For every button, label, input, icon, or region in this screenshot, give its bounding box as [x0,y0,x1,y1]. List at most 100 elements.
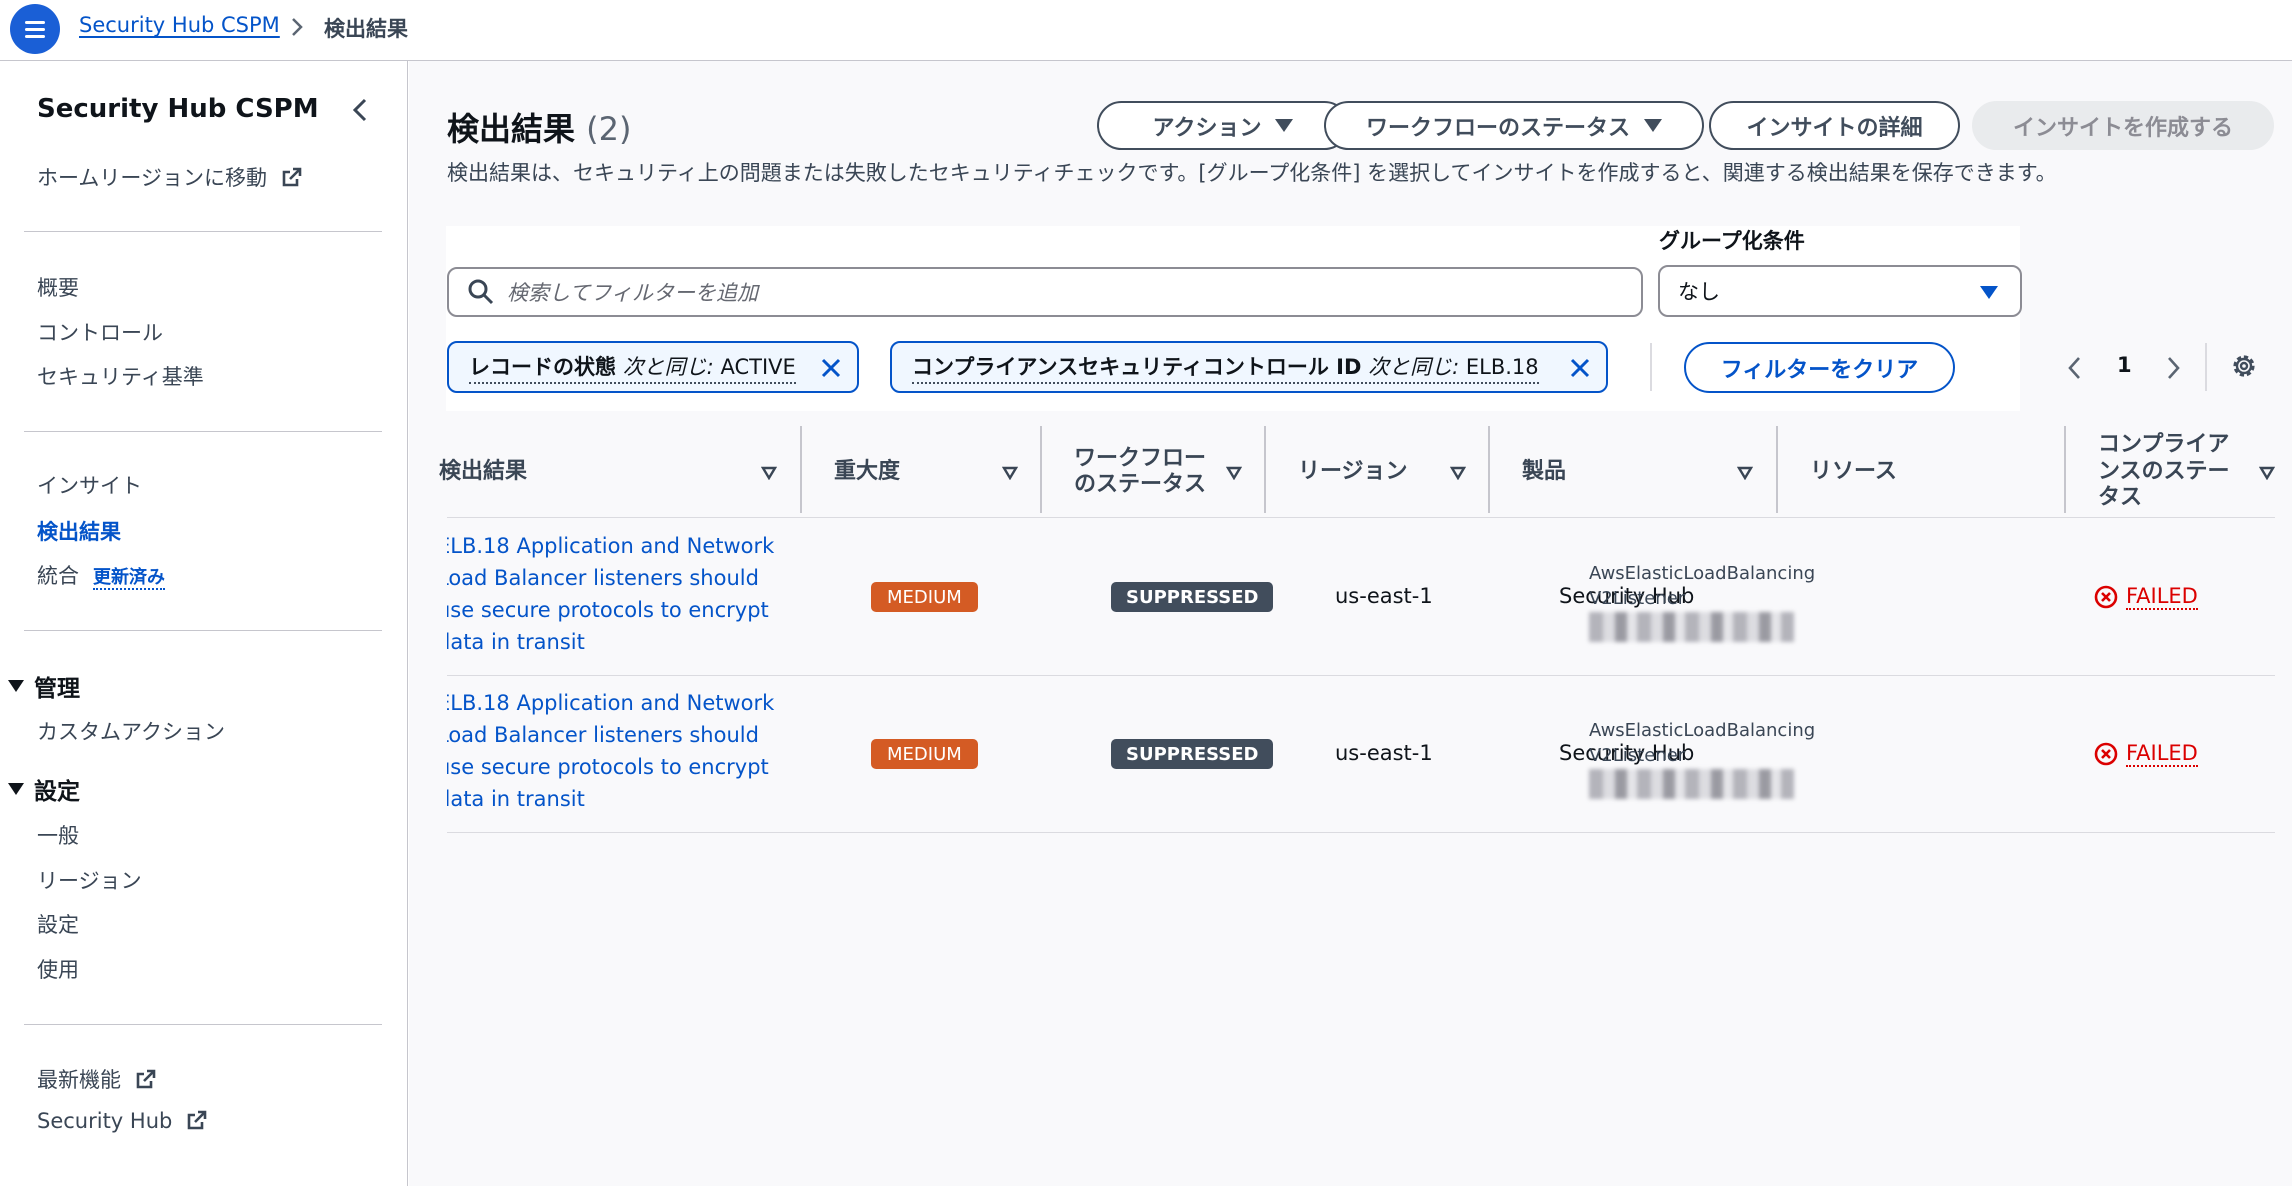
column-header-product[interactable]: 製品 [1490,426,1775,518]
column-header-compliance[interactable]: コンプライア ンスのステー タス [2066,426,2275,518]
group-by-label: グループ化条件 [1659,229,1805,253]
caret-down-icon [1644,119,1662,132]
clear-filters-button[interactable]: フィルターをクリア [1684,342,1955,393]
column-label: 重大度 [834,458,901,484]
sidebar-item-findings[interactable]: 検出結果 [37,516,121,546]
top-navigation-bar: Security Hub CSPM 検出結果 [0,0,2292,61]
sort-icon[interactable] [2259,466,2275,480]
error-icon [2094,742,2118,766]
gear-icon[interactable] [2229,351,2259,381]
group-by-value: なし [1678,280,1720,304]
sidebar-item-summary[interactable]: 概要 [37,272,79,302]
filter-token-text: コンプライアンスセキュリティコントロール ID 次と同じ: ELB.18 [912,351,1539,384]
sidebar-item-whats-new[interactable]: 最新機能 [37,1064,156,1094]
caret-down-icon [1275,119,1294,132]
resource-type: AwsElasticLoadBalancing V2Listener [1589,561,1815,611]
sidebar-item-regions[interactable]: リージョン [37,865,142,895]
sidebar-item-insights[interactable]: インサイト [37,470,142,500]
sort-icon[interactable] [1226,466,1242,480]
resource-type-line: AwsElasticLoadBalancing [1589,720,1816,741]
close-icon[interactable] [819,356,843,380]
column-header-finding[interactable]: 検出結果 [439,426,799,518]
external-link-icon [282,167,301,187]
column-label: ワークフロー のステータス [1074,445,1207,497]
redacted-resource-id[interactable] [1589,769,1794,799]
finding-title-link[interactable]: ELB.18 Application and Network Load Bala… [447,687,775,815]
sidebar-section-settings[interactable]: 設定 [8,772,80,806]
close-icon[interactable] [1568,356,1592,380]
severity-badge: MEDIUM [871,582,978,612]
sidebar-section-admin[interactable]: 管理 [8,669,80,703]
finding-title-link[interactable]: ELB.18 Application and Network Load Bala… [447,530,775,658]
breadcrumb-home-link[interactable]: Security Hub CSPM [79,13,280,37]
sidebar-item-home-region[interactable]: ホームリージョンに移動 [37,162,302,192]
filter-token-record-state[interactable]: レコードの状態 次と同じ: ACTIVE [447,341,859,393]
column-label: 製品 [1522,458,1567,484]
filter-token-text: レコードの状態 次と同じ: ACTIVE [469,351,796,384]
search-input[interactable]: 検索してフィルターを追加 [447,267,1643,317]
caret-down-icon [8,783,24,795]
chevron-right-icon[interactable] [2165,355,2181,381]
main-content: 検出結果 (2) アクション ワークフローのステータス インサイトの詳細 インサ… [409,61,2292,1186]
sidebar-divider [24,431,382,432]
column-header-severity[interactable]: 重大度 [802,426,1040,518]
sort-icon[interactable] [761,466,777,480]
search-placeholder: 検索してフィルターを追加 [507,281,758,305]
severity-badge: MEDIUM [871,739,978,769]
sidebar-item-integrations[interactable]: 統合 更新済み [37,560,165,590]
section-label: 管理 [34,676,80,702]
section-label: 設定 [34,779,80,805]
sidebar-item-usage[interactable]: 使用 [37,954,79,984]
sidebar-item-general[interactable]: 一般 [37,820,79,850]
column-header-region[interactable]: リージョン [1266,426,1488,518]
sidebar-item-security-hub[interactable]: Security Hub [37,1109,207,1133]
search-icon [468,279,494,305]
button-label: アクション [1152,115,1262,141]
resource-type: AwsElasticLoadBalancing V2Listener [1589,718,1815,768]
sidebar-item-configuration[interactable]: 設定 [37,909,79,939]
caret-down-icon [8,680,24,692]
actions-button[interactable]: アクション [1097,101,1349,150]
workflow-status-button[interactable]: ワークフローのステータス [1324,101,1704,150]
column-header-workflow[interactable]: ワークフロー のステータス [1042,426,1264,518]
finding-cell: ELB.18 Application and Network Load Bala… [447,519,799,676]
chevron-left-icon[interactable] [2067,355,2083,381]
compliance-status-text: FAILED [2126,741,2198,767]
group-by-select[interactable]: なし [1658,265,2022,317]
sort-icon[interactable] [1737,466,1753,480]
external-link-icon [187,1110,207,1130]
column-label: リソース [1810,458,1897,484]
menu-icon[interactable] [10,4,60,54]
finding-cell: ELB.18 Application and Network Load Bala… [447,676,799,833]
side-navigation: Security Hub CSPM ホームリージョンに移動 概要 コントロール … [0,61,408,1186]
insight-details-button[interactable]: インサイトの詳細 [1709,101,1960,150]
sidebar-item-custom-actions[interactable]: カスタムアクション [37,716,225,746]
sidebar-item-controls[interactable]: コントロール [37,317,163,347]
sidebar-item-standards[interactable]: セキュリティ基準 [37,361,204,391]
button-label: ワークフローのステータス [1365,115,1630,141]
updated-badge-link[interactable]: 更新済み [93,567,165,590]
external-link-icon [136,1069,155,1089]
page-number[interactable]: 1 [2117,353,2132,377]
sidebar-item-label: 最新機能 [37,1068,121,1092]
sort-icon[interactable] [1450,466,1466,480]
chevron-right-icon [292,18,303,36]
caret-down-icon [1980,286,1998,299]
compliance-status[interactable]: FAILED [2094,741,2198,767]
create-insight-button[interactable]: インサイトを作成する [1972,101,2274,150]
toolbar-divider [2205,343,2207,391]
page-title: 検出結果 (2) [447,104,631,150]
finding-title-line: ELB.18 Application and Network [447,534,775,558]
redacted-resource-id[interactable] [1589,612,1794,642]
chevron-left-icon[interactable] [350,97,370,123]
compliance-status[interactable]: FAILED [2094,584,2198,610]
column-label: リージョン [1298,458,1408,484]
column-header-resource[interactable]: リソース [1778,426,2064,518]
table-row: ELB.18 Application and Network Load Bala… [447,676,2275,833]
region-cell: us-east-1 [1335,584,1433,608]
finding-title-line: ELB.18 Application and Network [447,691,775,715]
compliance-status-text: FAILED [2126,584,2198,610]
filter-token-control-id[interactable]: コンプライアンスセキュリティコントロール ID 次と同じ: ELB.18 [890,341,1608,393]
sidebar-title: Security Hub CSPM [37,94,319,124]
sort-icon[interactable] [1002,466,1018,480]
